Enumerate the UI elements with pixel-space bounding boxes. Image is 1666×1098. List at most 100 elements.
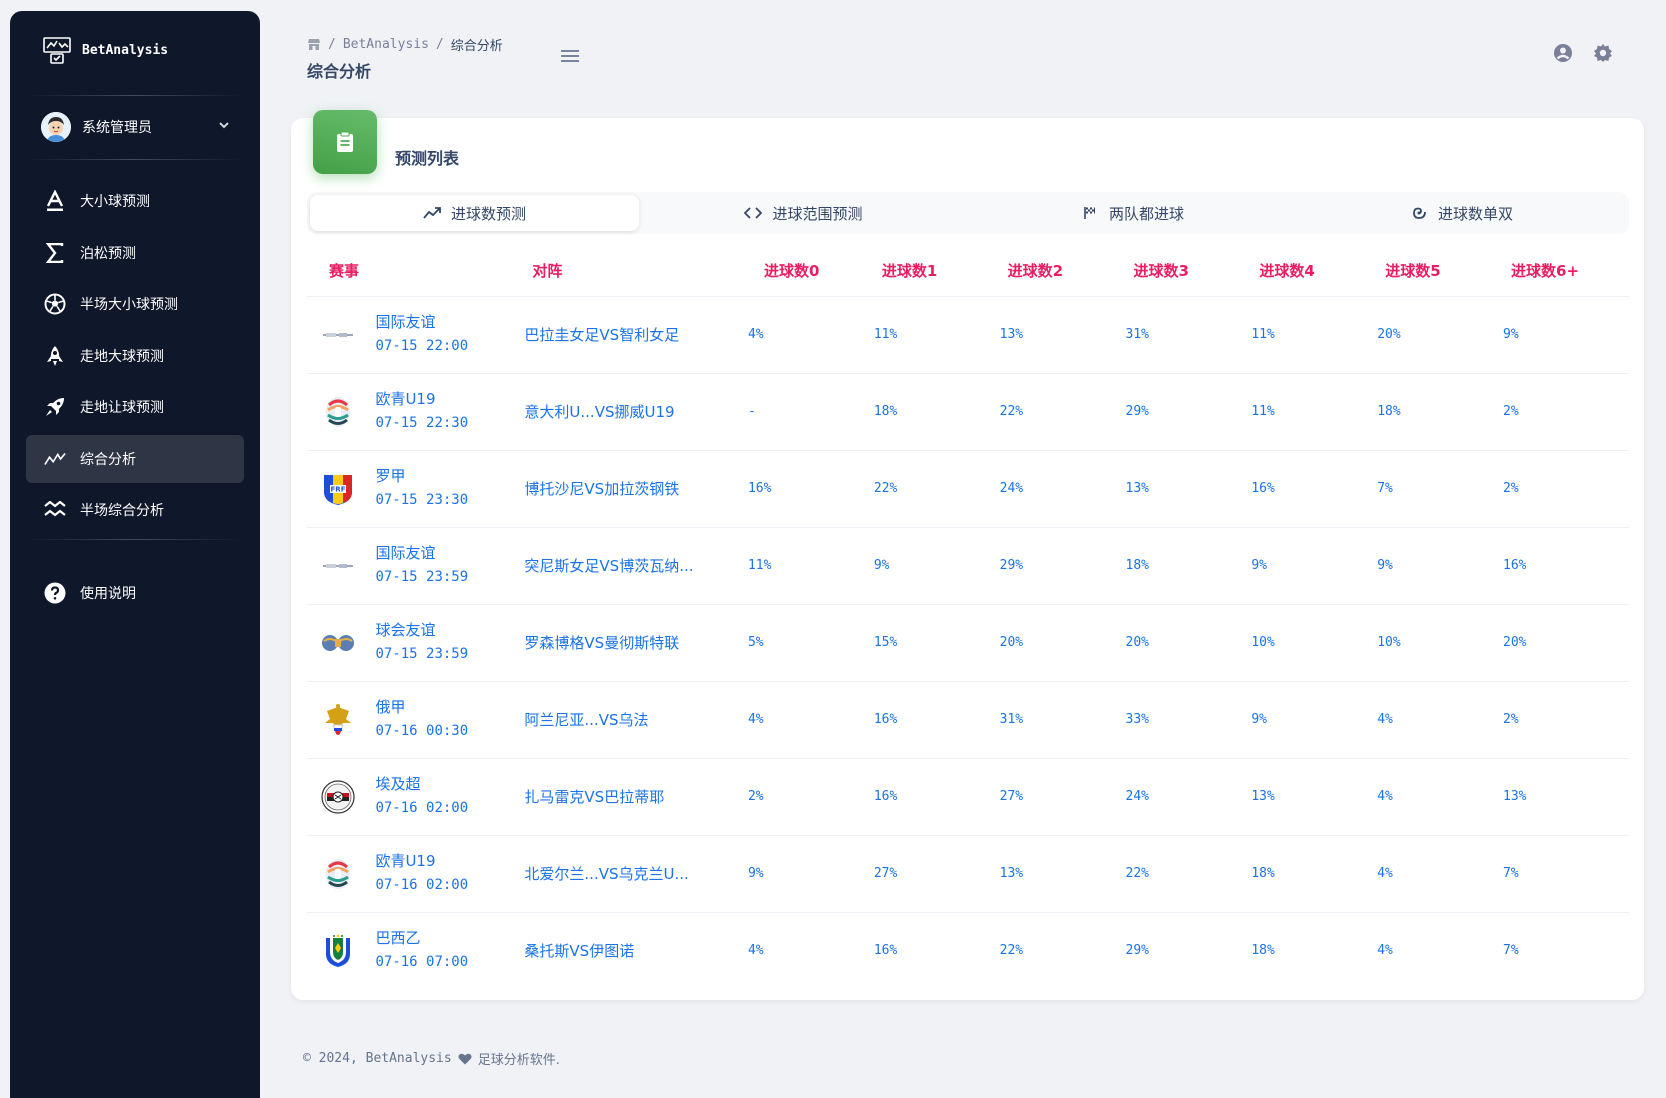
euro-u19-logo [321, 857, 355, 891]
goals-6-probability: 16% [1503, 527, 1629, 605]
match-time: 07-15 23:30 [375, 491, 469, 508]
match-teams[interactable]: 巴拉圭女足VS智利女足 [524, 326, 679, 344]
sidebar-item-analysis[interactable]: 综合分析 [26, 434, 244, 483]
goals-0-probability: 5% [747, 604, 874, 682]
match-teams[interactable]: 突尼斯女足VS博茨瓦纳... [524, 557, 693, 575]
euro-u19-logo [321, 395, 355, 429]
league-logo-cell [307, 527, 376, 605]
soccer-ball-icon [44, 293, 66, 315]
home-icon[interactable] [307, 38, 321, 51]
rocket-launch-icon [44, 396, 66, 418]
match-cell: 阿兰尼亚...VS乌法 [516, 681, 748, 759]
match-teams[interactable]: 北爱尔兰...VS乌克兰U... [524, 865, 688, 883]
league-name[interactable]: 球会友谊 [375, 619, 516, 641]
match-cell: 扎马雷克VS巴拉蒂耶 [516, 758, 748, 836]
table-row[interactable]: 埃及超 07-16 02:00 扎马雷克VS巴拉蒂耶 2% 16% 27% 24% 13%… [307, 758, 1629, 836]
goals-0-probability: 2% [747, 758, 874, 836]
flag-icon [1081, 204, 1099, 222]
tab-goal-range[interactable]: 进球范围预测 [639, 195, 968, 231]
match-teams[interactable]: 罗森博格VS曼彻斯特联 [524, 634, 679, 652]
goals-1-probability: 16% [873, 681, 1000, 759]
match-teams[interactable]: 意大利U...VS挪威U19 [524, 403, 674, 421]
match-cell: 巴拉圭女足VS智利女足 [516, 296, 748, 374]
match-cell: 意大利U...VS挪威U19 [516, 373, 748, 451]
goals-3-probability: 13% [1125, 450, 1252, 528]
table-row[interactable]: FRF 罗甲 07-15 23:30 博托沙尼VS加拉茨钢铁 16% 22% 24% 1… [307, 450, 1629, 528]
sidebar-item-half-over-under[interactable]: 半场大小球预测 [26, 280, 244, 328]
tab-label: 进球数单双 [1437, 204, 1513, 223]
league-cell: 欧青U19 07-16 02:00 [375, 835, 517, 913]
sidebar-item-label: 半场综合分析 [80, 503, 164, 519]
table-row[interactable]: 巴西乙 07-16 07:00 桑托斯VS伊图诺 4% 16% 22% 29% 18% 4%… [307, 912, 1629, 989]
sidebar-item-poisson[interactable]: 泊松预测 [26, 229, 244, 277]
league-name[interactable]: 巴西乙 [375, 927, 516, 949]
league-cell: 欧青U19 07-15 22:30 [375, 373, 517, 451]
league-name[interactable]: 欧青U19 [375, 850, 516, 872]
league-logo-cell [307, 912, 375, 989]
breadcrumb: / BetAnalysis / 综合分析 [307, 35, 503, 54]
goals-6-probability: 13% [1503, 758, 1629, 836]
user-circle-icon[interactable] [1553, 43, 1573, 63]
sidebar-item-label: 走地大球预测 [80, 348, 164, 365]
table-row[interactable]: 欧青U19 07-16 02:00 北爱尔兰...VS乌克兰U... 9% 27% 1… [307, 835, 1629, 913]
goals-6-probability: 7% [1503, 943, 1519, 959]
table-row[interactable]: 国际友谊 07-15 22:00 巴拉圭女足VS智利女足 4% 11% 13% 31% 1… [307, 296, 1629, 374]
match-teams[interactable]: 扎马雷克VS巴拉蒂耶 [524, 788, 664, 806]
league-name[interactable]: 国际友谊 [375, 542, 516, 564]
goals-3-probability: 20% [1125, 604, 1252, 682]
goals-6-probability: 2% [1503, 681, 1629, 759]
sidebar-item-half-analysis[interactable]: 半场综合分析 [26, 486, 244, 534]
goals-5-probability: 20% [1377, 296, 1504, 374]
svg-text:FRF: FRF [331, 485, 346, 493]
table-row[interactable]: 球会友谊 07-15 23:59 罗森博格VS曼彻斯特联 5% 15% 20% 20% 1… [307, 604, 1629, 682]
hamburger-menu-icon[interactable] [559, 47, 581, 65]
sidebar-item-label: 使用说明 [80, 586, 136, 602]
breadcrumb-current: 综合分析 [450, 39, 503, 54]
brand[interactable]: BetAnalysis [10, 11, 260, 89]
goals-2-probability: 13% [999, 296, 1126, 374]
league-cell: 球会友谊 07-15 23:59 [375, 604, 517, 682]
card-badge [313, 110, 377, 174]
match-teams[interactable]: 桑托斯VS伊图诺 [524, 942, 634, 960]
goals-3-probability: 24% [1125, 758, 1252, 836]
tab-odd-even[interactable]: 进球数单双 [1297, 195, 1626, 231]
tab-both-teams-score[interactable]: 两队都进球 [968, 195, 1297, 231]
sidebar-item-live-over[interactable]: 走地大球预测 [26, 332, 244, 380]
league-logo-cell [307, 835, 376, 913]
letter-a-icon [44, 190, 66, 212]
league-cell: 国际友谊 07-15 22:00 [375, 296, 517, 374]
sidebar-item-help[interactable]: 使用说明 [26, 569, 244, 617]
table-row[interactable]: 国际友谊 07-15 23:59 突尼斯女足VS博茨瓦纳... 11% 9% 29% 1… [307, 527, 1629, 605]
sidebar-nav: 大小球预测 泊松预测 半场大小球预测 走地大球预测 走地让球预测 综合分析 半场… [26, 177, 244, 538]
goals-4-probability: 18% [1251, 835, 1378, 913]
league-name[interactable]: 俄甲 [375, 696, 516, 718]
match-teams[interactable]: 博托沙尼VS加拉茨钢铁 [524, 480, 679, 498]
gear-icon[interactable] [1593, 43, 1613, 63]
column-header-goals-6plus: 进球数6+ [1503, 245, 1629, 297]
sidebar-item-live-handicap[interactable]: 走地让球预测 [26, 383, 244, 431]
league-name[interactable]: 国际友谊 [375, 311, 516, 333]
league-name[interactable]: 埃及超 [375, 773, 516, 795]
goals-1-probability: 16% [873, 758, 1000, 836]
match-teams[interactable]: 阿兰尼亚...VS乌法 [524, 711, 648, 729]
column-header-match: 对阵 [516, 245, 748, 297]
goals-6-probability: 9% [1503, 296, 1629, 374]
column-header-goals-0: 进球数0 [747, 245, 874, 297]
goals-6-probability: 2% [1503, 450, 1629, 528]
goals-3-probability: 29% [1125, 373, 1252, 451]
tab-goals-prediction[interactable]: 进球数预测 [310, 195, 639, 231]
friendly-logo [321, 549, 355, 583]
table-row[interactable]: 俄甲 07-16 00:30 阿兰尼亚...VS乌法 4% 16% 31% 33% 9% 4… [307, 681, 1629, 759]
league-name[interactable]: 欧青U19 [375, 388, 516, 410]
league-cell: 俄甲 07-16 00:30 [375, 681, 517, 759]
league-name[interactable]: 罗甲 [375, 465, 516, 487]
prediction-tabs: 进球数预测 进球范围预测 两队都进球 进球数单双 [307, 192, 1629, 234]
sidebar-item-label: 走地让球预测 [80, 400, 164, 416]
table-row[interactable]: 欧青U19 07-15 22:30 意大利U...VS挪威U19-18% 22% 2… [307, 373, 1629, 451]
user-menu[interactable]: 系统管理员 [10, 107, 260, 147]
user-name: 系统管理员 [82, 120, 152, 136]
sidebar-item-over-under[interactable]: 大小球预测 [26, 177, 244, 225]
friendly-logo [321, 318, 355, 352]
column-header-league: 赛事 [307, 245, 517, 297]
breadcrumb-root[interactable]: BetAnalysis [343, 37, 429, 52]
